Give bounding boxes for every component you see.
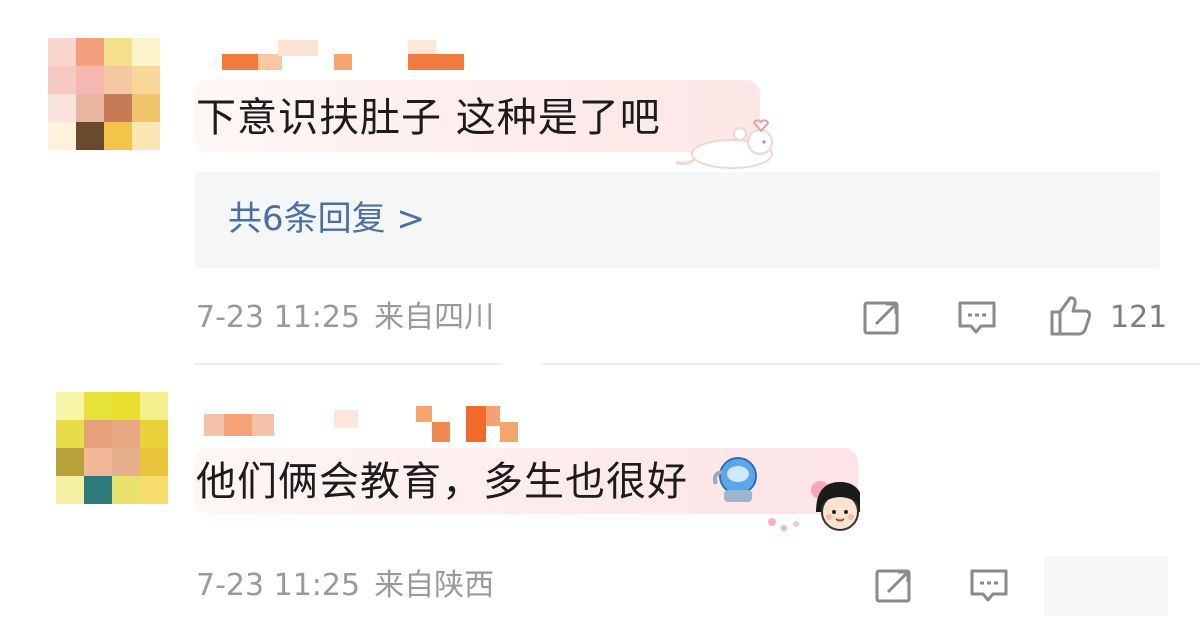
redacted-block [1044, 556, 1168, 616]
comment-icon[interactable] [956, 298, 998, 338]
username-redacted[interactable] [204, 406, 534, 442]
replies-box[interactable]: 共6条回复 > [194, 172, 1160, 268]
astronaut-emoji-icon [712, 457, 757, 502]
comment-item: 下意识扶肚子 这种是了吧 共6条回复 > 7-23 11:25 来自四川 121 [0, 0, 1200, 365]
comment-date: 7-23 11:25 [196, 568, 361, 603]
comment-text: 下意识扶肚子 这种是了吧 [196, 95, 661, 141]
like-count: 121 [1110, 300, 1168, 335]
comment-date: 7-23 11:25 [196, 300, 361, 335]
thumbs-up-icon[interactable] [1048, 294, 1094, 338]
divider [194, 363, 1200, 365]
comment-meta: 7-23 11:25 来自四川 [196, 298, 508, 338]
share-icon[interactable] [862, 298, 902, 338]
avatar[interactable] [48, 38, 160, 150]
comment-text: 他们俩会教育，多生也很好 [196, 459, 688, 505]
cat-sticker-icon [675, 119, 773, 169]
comment-meta: 7-23 11:25 来自陕西 [196, 566, 508, 606]
avatar[interactable] [56, 392, 168, 504]
comment-icon[interactable] [968, 566, 1010, 606]
view-replies-link[interactable]: 共6条回复 > [228, 196, 425, 242]
comment-item: 他们俩会教育，多生也很好 7-23 11:25 来自陕西 [0, 380, 1200, 629]
share-icon[interactable] [874, 566, 914, 606]
cartoon-girl-sticker-icon [768, 481, 860, 531]
comment-location: 来自陕西 [374, 568, 495, 603]
username-redacted[interactable] [222, 40, 482, 70]
comment-location: 来自四川 [374, 300, 495, 335]
